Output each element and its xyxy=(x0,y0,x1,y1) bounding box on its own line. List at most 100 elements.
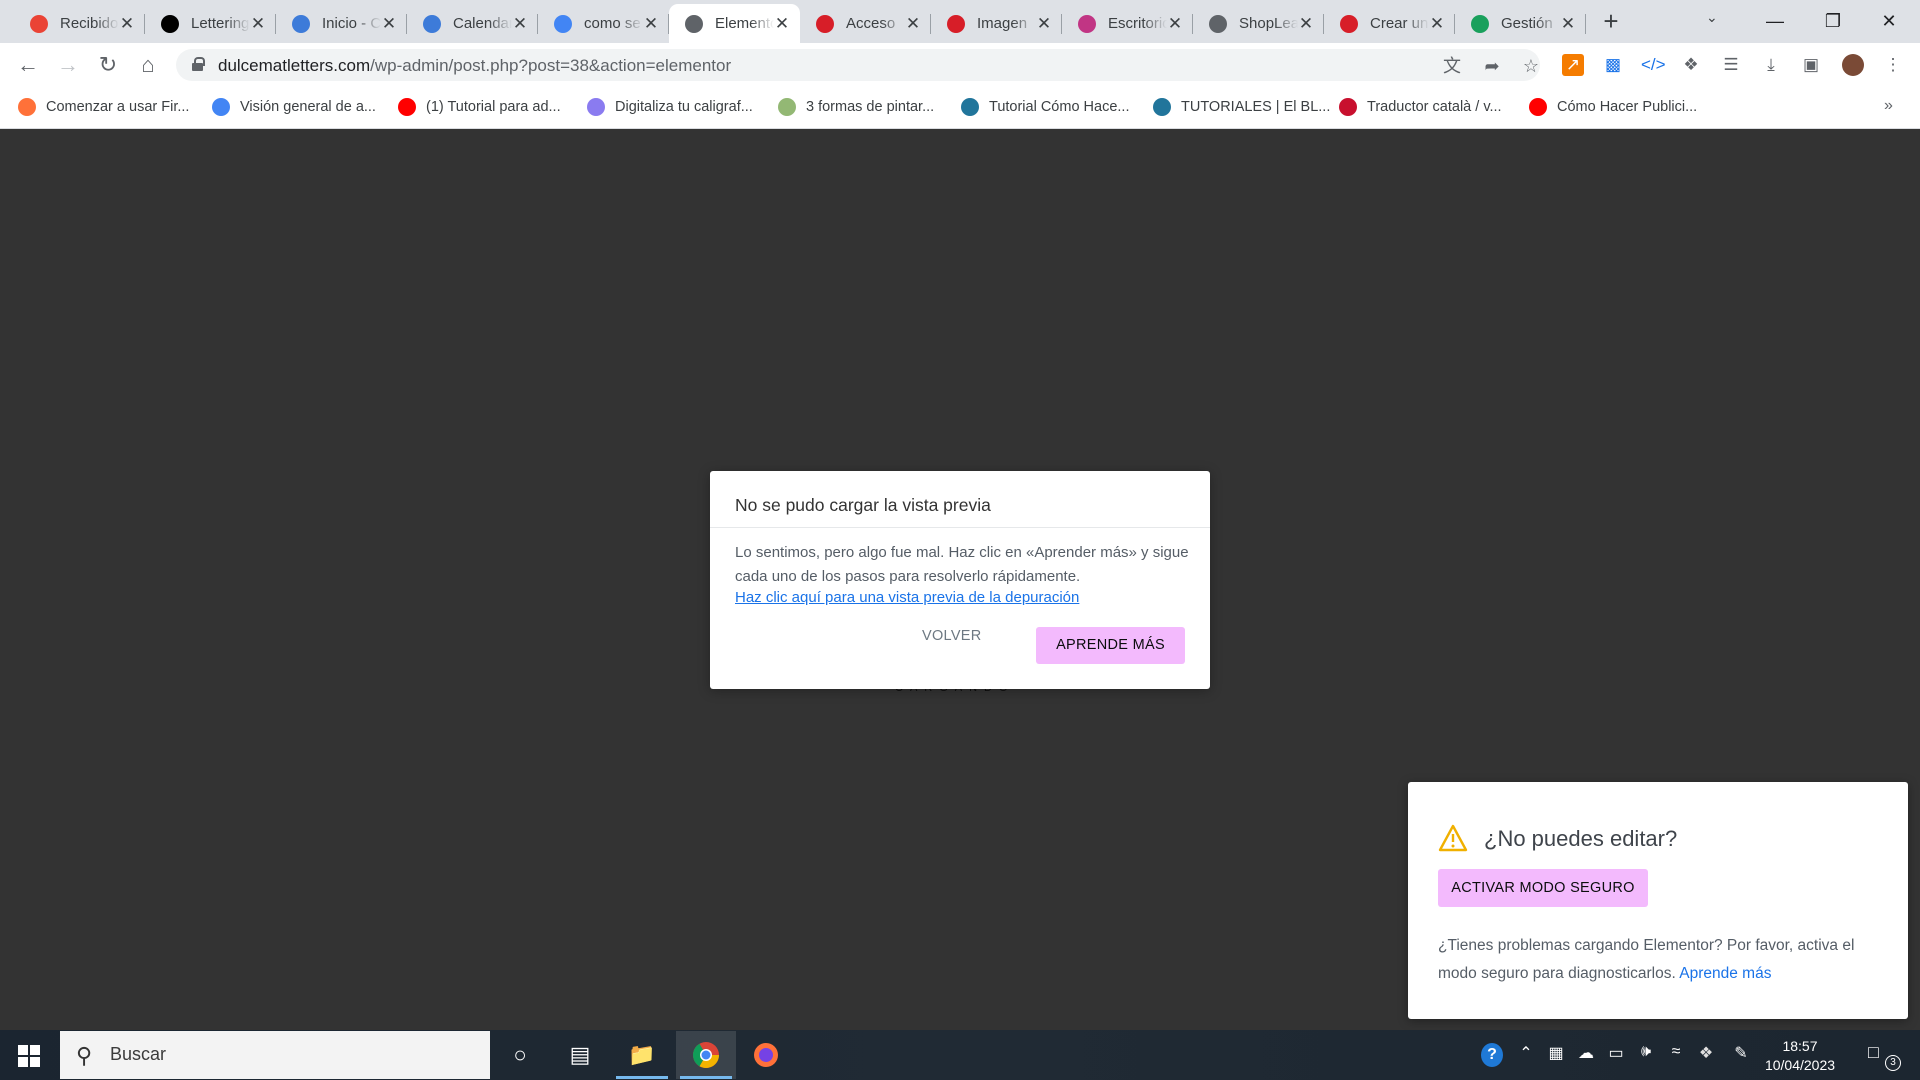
bookmark-star-icon[interactable]: ☆ xyxy=(1520,55,1542,77)
bookmark-label: 3 formas de pintar... xyxy=(806,99,935,115)
learn-more-button[interactable]: APRENDE MÁS xyxy=(1036,627,1185,664)
close-tab-icon[interactable]: ✕ xyxy=(250,14,266,34)
lock-icon[interactable] xyxy=(192,57,205,71)
bookmark-item[interactable]: TUTORIALES | El BL... xyxy=(1153,97,1330,117)
close-window-button[interactable]: ✕ xyxy=(1866,6,1912,36)
close-tab-icon[interactable]: ✕ xyxy=(381,14,397,34)
puzzle-extensions-icon[interactable]: ❖ xyxy=(1680,54,1702,76)
share-icon[interactable]: ➦ xyxy=(1481,55,1503,77)
close-tab-icon[interactable]: ✕ xyxy=(1298,14,1314,34)
browser-tab[interactable]: Inicio - Canva✕ xyxy=(276,4,407,43)
side-panel-icon[interactable]: ▣ xyxy=(1800,54,1822,76)
debug-preview-link[interactable]: Haz clic aquí para una vista previa de l… xyxy=(735,589,1079,606)
extension-icon[interactable]: ▩ xyxy=(1602,54,1624,76)
close-tab-icon[interactable]: ✕ xyxy=(774,14,790,34)
tray-chevron-icon[interactable]: ⌃ xyxy=(1515,1043,1537,1063)
globe-icon xyxy=(685,14,703,33)
tab-search-chevron-icon[interactable]: ⌄ xyxy=(1706,9,1718,26)
forward-icon[interactable]: → xyxy=(52,49,84,81)
reload-icon[interactable]: ↻ xyxy=(92,49,124,81)
bookmark-item[interactable]: Visión general de a... xyxy=(212,97,376,117)
bookmark-item[interactable]: Cómo Hacer Publici... xyxy=(1529,97,1697,117)
safe-mode-title: ¿No puedes editar? xyxy=(1484,826,1678,851)
windows-start-icon[interactable] xyxy=(18,1045,40,1067)
bookmark-item[interactable]: Tutorial Cómo Hace... xyxy=(961,97,1129,117)
browser-tab[interactable]: Acceso ✕ xyxy=(800,4,931,43)
home-icon[interactable]: ⌂ xyxy=(132,49,164,81)
meet-icon[interactable]: ▦ xyxy=(1545,1043,1567,1063)
onedrive-cloud-icon[interactable]: ☁ xyxy=(1575,1043,1597,1063)
reading-list-icon[interactable]: ☰ xyxy=(1720,54,1742,76)
close-tab-icon[interactable]: ✕ xyxy=(512,14,528,34)
file-explorer-icon[interactable]: 📁 xyxy=(612,1031,672,1079)
browser-tab[interactable]: Crear un ✕ xyxy=(1324,4,1455,43)
back-button[interactable]: VOLVER xyxy=(922,628,982,644)
notification-center-icon[interactable]: □ xyxy=(1868,1042,1879,1063)
close-tab-icon[interactable]: ✕ xyxy=(1429,14,1445,34)
new-tab-button[interactable]: + xyxy=(1597,8,1625,36)
canva-icon xyxy=(292,14,310,33)
domestika-icon xyxy=(587,98,605,116)
back-icon[interactable]: ← xyxy=(12,49,44,81)
browser-tab[interactable]: Gestión ✕ xyxy=(1455,4,1586,43)
analytics-extension-icon[interactable]: ↗ xyxy=(1562,54,1584,76)
activate-safe-mode-button[interactable]: ACTIVAR MODO SEGURO xyxy=(1438,869,1648,907)
url-domain: dulcematletters.com xyxy=(218,56,371,75)
bookmark-item[interactable]: Comenzar a usar Fir... xyxy=(18,97,189,117)
close-tab-icon[interactable]: ✕ xyxy=(1167,14,1183,34)
code-extension-icon[interactable]: </> xyxy=(1641,54,1666,76)
bookmark-item[interactable]: Traductor català / v... xyxy=(1339,97,1502,117)
browser-tab[interactable]: Lettering ✕ xyxy=(145,4,276,43)
menu-kebab-icon[interactable]: ⋮ xyxy=(1882,54,1904,76)
chrome-taskbar-icon[interactable] xyxy=(676,1031,736,1079)
firefox-taskbar-icon[interactable] xyxy=(736,1031,796,1079)
browser-tab[interactable]: Recibidos✕ xyxy=(14,4,145,43)
close-tab-icon[interactable]: ✕ xyxy=(1036,14,1052,34)
bookmark-item[interactable]: Digitaliza tu caligraf... xyxy=(587,97,753,117)
close-tab-icon[interactable]: ✕ xyxy=(643,14,659,34)
restore-button[interactable]: ❐ xyxy=(1810,6,1856,36)
profile-avatar[interactable] xyxy=(1842,54,1864,76)
taskbar-search-box[interactable]: ⚲ Buscar xyxy=(60,1031,490,1079)
volume-icon[interactable]: 🕪 xyxy=(1635,1043,1657,1061)
browser-tab[interactable]: Imagen ✕ xyxy=(931,4,1062,43)
cortana-icon[interactable]: ○ xyxy=(490,1031,550,1079)
safe-mode-learn-more-link[interactable]: Aprende más xyxy=(1679,965,1771,982)
wordpress-icon xyxy=(1153,98,1171,116)
help-icon[interactable]: ? xyxy=(1481,1043,1503,1067)
dropbox-icon[interactable]: ❖ xyxy=(1695,1043,1717,1063)
youtube-icon xyxy=(398,98,416,116)
browser-tab[interactable]: Escritorio ✕ xyxy=(1062,4,1193,43)
browser-tab[interactable]: ShopLearn✕ xyxy=(1193,4,1324,43)
tab-title: ShopLearn xyxy=(1239,15,1298,32)
download-icon[interactable]: ⤓ xyxy=(1760,54,1782,76)
wifi-icon[interactable]: ≈ xyxy=(1665,1043,1687,1061)
softcatala-icon xyxy=(1339,98,1357,116)
pen-icon[interactable]: ✎ xyxy=(1730,1043,1752,1063)
bookmark-item[interactable]: 3 formas de pintar... xyxy=(778,97,934,117)
bookmark-label: Tutorial Cómo Hace... xyxy=(989,99,1130,115)
warning-icon xyxy=(1438,824,1468,852)
youtube-icon xyxy=(1529,98,1547,116)
battery-icon[interactable]: ▭ xyxy=(1605,1043,1627,1063)
tab-title: Gestión xyxy=(1501,15,1553,32)
close-tab-icon[interactable]: ✕ xyxy=(1560,14,1576,34)
browser-tab[interactable]: Calendario✕ xyxy=(407,4,538,43)
bookmark-item[interactable]: (1) Tutorial para ad... xyxy=(398,97,561,117)
canva-icon xyxy=(423,14,441,33)
bookmark-label: TUTORIALES | El BL... xyxy=(1181,99,1331,115)
minimize-button[interactable]: — xyxy=(1752,6,1798,36)
google-icon xyxy=(554,14,572,33)
url-text[interactable]: dulcematletters.com/wp-admin/post.php?po… xyxy=(218,56,731,76)
close-tab-icon[interactable]: ✕ xyxy=(905,14,921,34)
gmail-icon xyxy=(30,14,48,33)
browser-tab[interactable]: como se ✕ xyxy=(538,4,669,43)
translate-icon[interactable]: 文 xyxy=(1441,55,1463,77)
webnode-icon xyxy=(947,14,965,33)
browser-tab[interactable]: Elementor✕ xyxy=(669,4,800,43)
address-bar[interactable]: dulcematletters.com/wp-admin/post.php?po… xyxy=(176,49,1540,81)
task-view-icon[interactable]: ▤ xyxy=(550,1031,610,1079)
system-clock[interactable]: 18:57 10/04/2023 xyxy=(1760,1037,1840,1075)
more-bookmarks-icon[interactable]: » xyxy=(1884,97,1893,115)
close-tab-icon[interactable]: ✕ xyxy=(119,14,135,34)
